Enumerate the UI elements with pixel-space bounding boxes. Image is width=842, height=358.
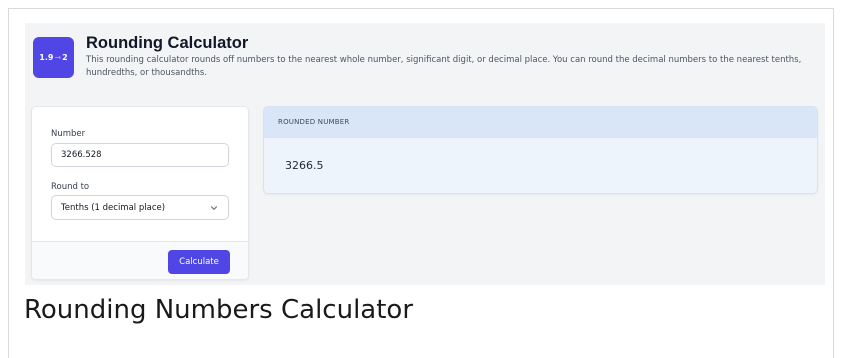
page-frame: 1.9 → 2 Rounding Calculator This roundin… <box>8 8 834 358</box>
form-footer: Calculate <box>32 241 248 279</box>
calculator-logo: 1.9 → 2 <box>33 37 74 78</box>
round-to-select[interactable]: Tenths (1 decimal place) <box>51 195 229 220</box>
calculator-panel: 1.9 → 2 Rounding Calculator This roundin… <box>25 23 825 285</box>
number-input[interactable] <box>51 143 229 167</box>
chevron-down-icon <box>210 205 218 210</box>
rounded-number-value: 3266.5 <box>285 159 324 172</box>
logo-to-number: 2 <box>62 53 68 62</box>
logo-from-number: 1.9 <box>39 53 54 62</box>
arrow-right-icon: → <box>54 53 62 62</box>
round-to-selected-value: Tenths (1 decimal place) <box>61 202 166 213</box>
page-heading: Rounding Numbers Calculator <box>24 295 414 325</box>
calculate-button[interactable]: Calculate <box>168 250 230 274</box>
input-form-card: Number Round to Tenths (1 decimal place)… <box>31 106 249 280</box>
result-label: ROUNDED NUMBER <box>278 118 350 126</box>
round-to-label: Round to <box>51 182 90 192</box>
result-header: ROUNDED NUMBER <box>264 107 817 138</box>
calculator-description: This rounding calculator rounds off numb… <box>86 55 802 78</box>
result-card: ROUNDED NUMBER 3266.5 <box>263 106 818 194</box>
number-label: Number <box>51 129 86 139</box>
page-title: Rounding Calculator <box>86 34 249 52</box>
